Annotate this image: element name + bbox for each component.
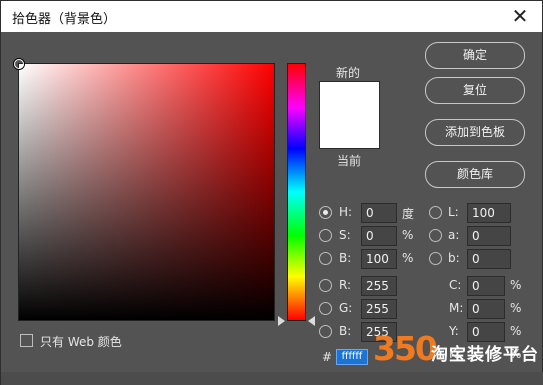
hex-input[interactable]: ffffff: [336, 349, 368, 365]
r-label: R:: [339, 278, 352, 292]
watermark-number: 350: [373, 329, 438, 368]
b-label: B:: [339, 251, 352, 265]
watermark-logo: 350 淘宝装修平台: [369, 327, 543, 385]
color-field-marker[interactable]: [14, 59, 24, 69]
new-color-label: 新的: [336, 66, 361, 80]
h-input[interactable]: [361, 203, 397, 223]
close-icon[interactable]: ✕: [510, 5, 530, 27]
color-field[interactable]: [14, 59, 275, 321]
a-input[interactable]: [467, 226, 511, 246]
current-color-label: 当前: [337, 154, 362, 168]
g-input[interactable]: [361, 299, 397, 319]
c-input[interactable]: [467, 276, 505, 296]
hue-slider-left-arrow-icon[interactable]: [278, 316, 285, 326]
color-picker-dialog: 拾色器（背景色） ✕ 新的 当前 确定 复位 添加到色板 颜色库 H: 度 S:…: [0, 0, 543, 385]
lab-b-input[interactable]: [467, 249, 511, 269]
g-radio[interactable]: [319, 302, 332, 315]
m-input[interactable]: [467, 299, 505, 319]
s-unit: %: [402, 228, 414, 242]
b-radio[interactable]: [319, 252, 332, 265]
rgb-b-label: B:: [339, 324, 352, 338]
window-title: 拾色器（背景色）: [12, 12, 117, 27]
new-current-color-swatch[interactable]: [319, 81, 380, 149]
c-label: C:: [449, 278, 462, 292]
r-radio[interactable]: [319, 279, 332, 292]
add-to-swatches-button[interactable]: 添加到色板: [425, 119, 525, 146]
color-libraries-button[interactable]: 颜色库: [425, 161, 525, 188]
a-label: a:: [448, 228, 460, 242]
s-label: S:: [339, 228, 351, 242]
s-radio[interactable]: [319, 229, 332, 242]
ok-button[interactable]: 确定: [425, 42, 525, 69]
hex-prefix: #: [322, 350, 333, 364]
h-label: H:: [339, 205, 353, 219]
rgb-b-radio[interactable]: [319, 325, 332, 338]
reset-button[interactable]: 复位: [425, 77, 525, 104]
watermark-text: 淘宝装修平台: [431, 345, 539, 365]
title-bar: 拾色器（背景色） ✕: [1, 1, 542, 32]
hue-slider[interactable]: [287, 63, 306, 321]
a-radio[interactable]: [429, 229, 442, 242]
h-radio[interactable]: [319, 206, 332, 219]
lab-b-radio[interactable]: [429, 252, 442, 265]
b-unit: %: [402, 251, 414, 265]
h-unit: 度: [402, 207, 415, 221]
c-unit: %: [510, 278, 522, 292]
lab-b-label: b:: [448, 251, 460, 265]
r-input[interactable]: [361, 276, 397, 296]
m-unit: %: [510, 301, 522, 315]
b-input[interactable]: [361, 249, 397, 269]
hue-slider-right-arrow-icon[interactable]: [308, 316, 315, 326]
web-only-checkbox[interactable]: [20, 334, 33, 347]
l-input[interactable]: [467, 203, 511, 223]
web-only-label: 只有 Web 颜色: [40, 335, 122, 349]
l-radio[interactable]: [429, 206, 442, 219]
l-label: L:: [448, 205, 459, 219]
s-input[interactable]: [361, 226, 397, 246]
g-label: G:: [339, 301, 353, 315]
m-label: M:: [449, 301, 464, 315]
